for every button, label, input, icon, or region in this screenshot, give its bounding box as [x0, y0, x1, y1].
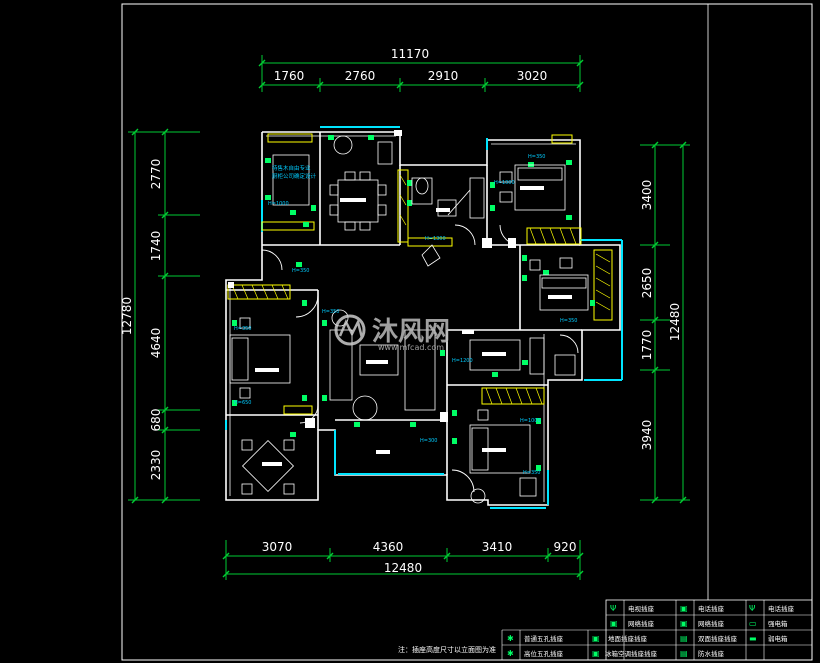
- dim-bottom-seg-3: 3410: [482, 540, 513, 554]
- dim-left-seg-5: 2330: [149, 450, 163, 481]
- legend-label: 电话插座: [698, 604, 725, 613]
- dim-top-seg-2: 2760: [345, 69, 376, 83]
- legend-label: 弱电箱: [768, 634, 788, 643]
- svg-text:▣: ▣: [680, 619, 688, 628]
- height-note: H=1200: [452, 358, 473, 364]
- cad-floor-plan: 11170 1760 2760 2910 3020 3070 4360 3410…: [0, 0, 820, 663]
- legend-label: 高位五孔插座: [524, 649, 564, 658]
- watermark-url: www.mfcad.com: [378, 343, 444, 352]
- legend-label: 双面插座插座: [698, 634, 738, 643]
- dim-top-total: 11170: [391, 47, 429, 61]
- dim-top-seg-1: 1760: [274, 69, 305, 83]
- dim-top-seg-3: 2910: [428, 69, 459, 83]
- height-annotations: H=350 H=1000 H=1300 H=350 H=350 H=650 H=…: [234, 154, 578, 476]
- footer-note: 注：插座高度尺寸以立面图为准: [398, 645, 496, 654]
- dim-top-seg-4: 3020: [517, 69, 548, 83]
- height-note: H=350: [523, 470, 541, 476]
- dim-left-seg-3: 4640: [149, 328, 163, 359]
- dim-right-seg-4: 3940: [640, 420, 654, 451]
- svg-text:✱: ✱: [507, 649, 514, 658]
- height-note: H=1000: [520, 418, 541, 424]
- legend-label: 电话插座: [768, 604, 795, 613]
- dim-bottom-seg-4: 920: [554, 540, 577, 554]
- dim-left-total: 12780: [120, 297, 134, 335]
- svg-text:▬: ▬: [749, 634, 757, 643]
- height-note: H=300: [420, 438, 438, 444]
- svg-text:Ψ: Ψ: [749, 604, 755, 613]
- height-note: H=350: [234, 326, 252, 332]
- room-note-line-2: 厨柜公司确定设计: [272, 172, 317, 180]
- legend-label: 网络插座: [698, 619, 725, 628]
- dim-bottom-seg-1: 3070: [262, 540, 293, 554]
- svg-text:▭: ▭: [749, 619, 757, 628]
- dim-left-seg-4: 680: [149, 409, 163, 432]
- legend-label: 普通五孔插座: [524, 634, 564, 643]
- height-note: H=1000: [494, 180, 515, 186]
- legend-label: 网络插座: [628, 619, 655, 628]
- dim-bottom-seg-2: 4360: [373, 540, 404, 554]
- dim-left-seg-1: 2770: [149, 159, 163, 190]
- room-notes: 待售木自由专业 厨柜公司确定设计: [272, 164, 317, 180]
- height-note: H=1000: [268, 201, 289, 207]
- svg-text:Ψ: Ψ: [610, 604, 616, 613]
- height-note: H=350: [560, 318, 578, 324]
- floor-plan-drawing: 11170 1760 2760 2910 3020 3070 4360 3410…: [120, 3, 813, 661]
- svg-text:▣: ▣: [610, 619, 618, 628]
- dim-right-total: 12480: [668, 303, 682, 341]
- legend-label: 冰箱空调插座插座: [605, 649, 658, 658]
- dim-bottom-total: 12480: [384, 561, 422, 575]
- svg-text:▣: ▣: [680, 604, 688, 613]
- dim-right-seg-1: 3400: [640, 180, 654, 211]
- room-note-line-1: 待售木自由专业: [272, 164, 311, 172]
- svg-text:▣: ▣: [592, 634, 600, 643]
- height-note: H=650: [234, 400, 252, 406]
- svg-text:▤: ▤: [680, 634, 688, 643]
- height-note: H=350: [322, 309, 340, 315]
- legend-label: 防水插座: [698, 649, 725, 658]
- legend-table: Ψ ▣ Ψ ▣ ▣ ▭ ▣ ▤ ▬ ▣ ▤ ✱ ✱ 电视插座 电话插座 电话插座 网络插座 网络…: [501, 599, 813, 661]
- dimension-labels: 11170 1760 2760 2910 3020 3070 4360 3410…: [120, 47, 682, 575]
- legend-label: 强电箱: [768, 619, 788, 628]
- watermark: 沐风网 www.mfcad.com: [334, 314, 450, 352]
- legend-label: 地面插座插座: [608, 634, 648, 643]
- height-note: H=350: [528, 154, 546, 160]
- dim-left-seg-2: 1740: [149, 231, 163, 262]
- dim-right-seg-2: 2650: [640, 268, 654, 299]
- svg-text:▤: ▤: [680, 649, 688, 658]
- height-note: H=1300: [425, 236, 446, 242]
- svg-text:✱: ✱: [507, 634, 514, 643]
- dim-right-seg-3: 1770: [640, 330, 654, 361]
- height-note: H=350: [292, 268, 310, 274]
- svg-text:▣: ▣: [592, 649, 600, 658]
- legend-label: 电视插座: [628, 604, 655, 613]
